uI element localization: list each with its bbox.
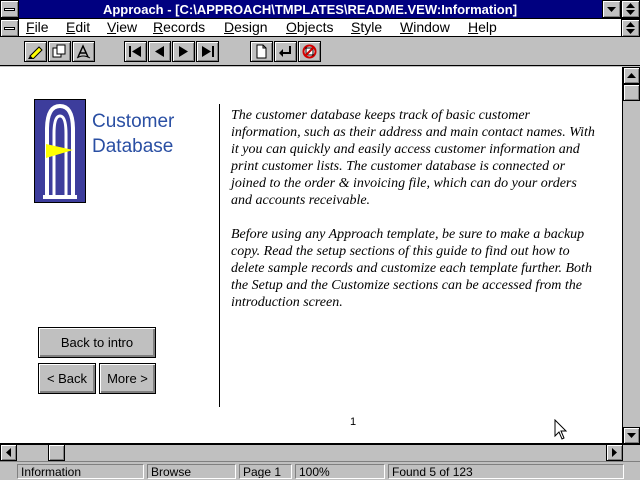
scroll-up-button[interactable] — [623, 67, 640, 84]
menu-edit[interactable]: Edit — [64, 19, 92, 36]
scroll-right-button[interactable] — [606, 444, 623, 461]
delete-icon — [302, 44, 317, 59]
form-view: Customer Database The customer database … — [0, 67, 623, 444]
horizontal-scroll-thumb[interactable] — [48, 444, 65, 461]
vertical-scrollbar[interactable] — [623, 67, 640, 444]
restore-button[interactable] — [621, 0, 640, 18]
last-record-icon — [202, 46, 214, 57]
mouse-cursor-icon — [554, 419, 568, 440]
system-menu-button[interactable] — [0, 0, 19, 18]
copy-icon — [52, 44, 66, 58]
logo-title: Customer Database — [92, 111, 175, 157]
fonts-icon — [76, 44, 91, 59]
minimize-icon — [607, 7, 616, 12]
first-record-button[interactable] — [124, 41, 147, 62]
window-title: Approach - [C:\APPROACH\TMPLATES\README.… — [102, 2, 518, 17]
menu-objects[interactable]: Objects — [284, 19, 335, 36]
title-bar: Approach - [C:\APPROACH\TMPLATES\README.… — [0, 0, 640, 19]
next-record-button[interactable] — [172, 41, 195, 62]
status-page[interactable]: Page 1 — [239, 464, 292, 479]
scroll-down-button[interactable] — [623, 427, 640, 444]
paragraph-1: The customer database keeps track of bas… — [231, 108, 595, 208]
back-button[interactable]: < Back — [38, 363, 96, 394]
status-mode[interactable]: Browse — [147, 464, 236, 479]
vertical-scroll-thumb[interactable] — [623, 84, 640, 101]
status-zoom[interactable]: 100% — [295, 464, 385, 479]
menu-file[interactable]: File — [24, 19, 51, 36]
delete-record-button[interactable] — [298, 41, 321, 62]
horizontal-scrollbar[interactable] — [0, 444, 623, 461]
approach-logo — [34, 99, 86, 203]
restore-icon — [626, 22, 635, 34]
menu-records[interactable]: Records — [151, 19, 207, 36]
description-text: The customer database keeps track of bas… — [231, 107, 597, 311]
fonts-button[interactable] — [72, 41, 95, 62]
new-record-icon — [256, 44, 267, 59]
status-bar: Information Browse Page 1 100% Found 5 o… — [0, 461, 640, 480]
document-restore-button[interactable] — [621, 19, 640, 37]
minimize-button[interactable] — [602, 0, 621, 18]
menu-bar: File Edit View Records Design Objects St… — [0, 19, 640, 37]
menu-view[interactable]: View — [105, 19, 139, 36]
pencil-icon — [28, 46, 43, 59]
arrow-down-icon — [627, 433, 636, 438]
menu-design[interactable]: Design — [222, 19, 270, 36]
scroll-left-button[interactable] — [0, 444, 17, 461]
back-to-intro-button[interactable]: Back to intro — [38, 327, 156, 358]
arrow-up-icon — [627, 73, 636, 78]
previous-record-icon — [155, 46, 164, 57]
arrow-left-icon — [6, 448, 11, 457]
toolbar — [0, 38, 640, 66]
vertical-divider — [219, 104, 220, 407]
menu-style[interactable]: Style — [349, 19, 384, 36]
previous-record-button[interactable] — [148, 41, 171, 62]
status-view-name[interactable]: Information — [17, 464, 144, 479]
next-record-icon — [179, 46, 188, 57]
copy-button[interactable] — [48, 41, 71, 62]
page-number: 1 — [350, 416, 357, 428]
arrow-right-icon — [612, 448, 617, 457]
paragraph-2: Before using any Approach template, be s… — [231, 227, 592, 310]
enter-icon — [279, 46, 291, 57]
menu-help[interactable]: Help — [466, 19, 499, 36]
menu-window[interactable]: Window — [398, 19, 452, 36]
status-found-count: Found 5 of 123 — [388, 464, 624, 479]
restore-icon — [626, 3, 635, 15]
new-record-button[interactable] — [250, 41, 273, 62]
last-record-button[interactable] — [196, 41, 219, 62]
more-button[interactable]: More > — [99, 363, 156, 394]
first-record-icon — [129, 46, 141, 57]
scroll-corner — [623, 444, 640, 461]
document-system-menu-button[interactable] — [0, 19, 19, 37]
pencil-button[interactable] — [24, 41, 47, 62]
enter-button[interactable] — [274, 41, 297, 62]
